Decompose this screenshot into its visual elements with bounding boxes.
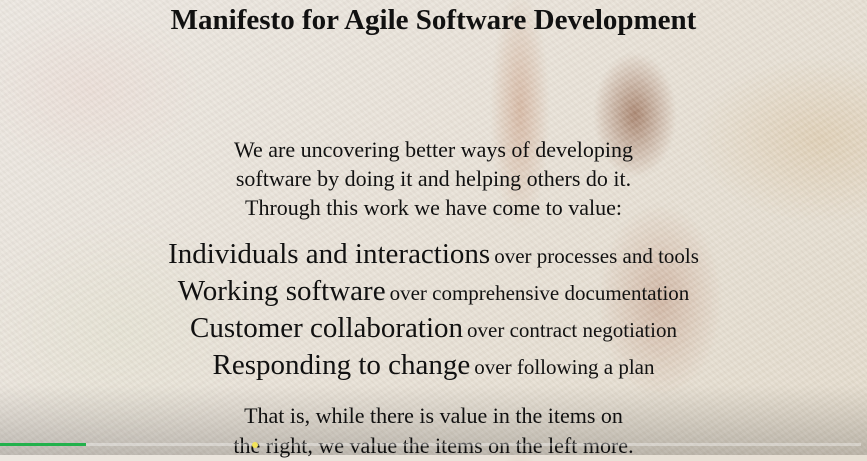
value-item: Individuals and interactions over proces… (0, 236, 867, 273)
value-secondary: over processes and tools (494, 244, 699, 268)
video-progress-bar[interactable] (0, 443, 861, 446)
value-secondary: over comprehensive documentation (389, 281, 690, 305)
conclusion-line: the right, we value the items on the lef… (233, 433, 634, 458)
value-item: Customer collaboration over contract neg… (0, 310, 867, 347)
page-title: Manifesto for Agile Software Development (170, 4, 697, 36)
conclusion-paragraph: That is, while there is value in the ite… (0, 401, 867, 461)
background-image (0, 0, 867, 455)
value-item: Responding to change over following a pl… (0, 347, 867, 384)
scrub-marker[interactable] (252, 442, 258, 448)
value-primary: Working software (177, 275, 386, 307)
progress-played (0, 443, 87, 446)
values-list: Individuals and interactions over proces… (0, 236, 867, 384)
intro-paragraph: We are uncovering better ways of develop… (0, 135, 867, 222)
value-primary: Responding to change (212, 349, 471, 381)
value-item: Working software over comprehensive docu… (0, 273, 867, 310)
conclusion-line: That is, while there is value in the ite… (244, 403, 623, 428)
intro-line: software by doing it and helping others … (235, 166, 632, 191)
value-primary: Individuals and interactions (168, 238, 491, 270)
intro-line: Through this work we have come to value: (245, 195, 622, 220)
value-secondary: over following a plan (474, 355, 655, 379)
value-secondary: over contract negotiation (467, 318, 677, 342)
intro-line: We are uncovering better ways of develop… (234, 137, 633, 162)
value-primary: Customer collaboration (190, 312, 464, 344)
